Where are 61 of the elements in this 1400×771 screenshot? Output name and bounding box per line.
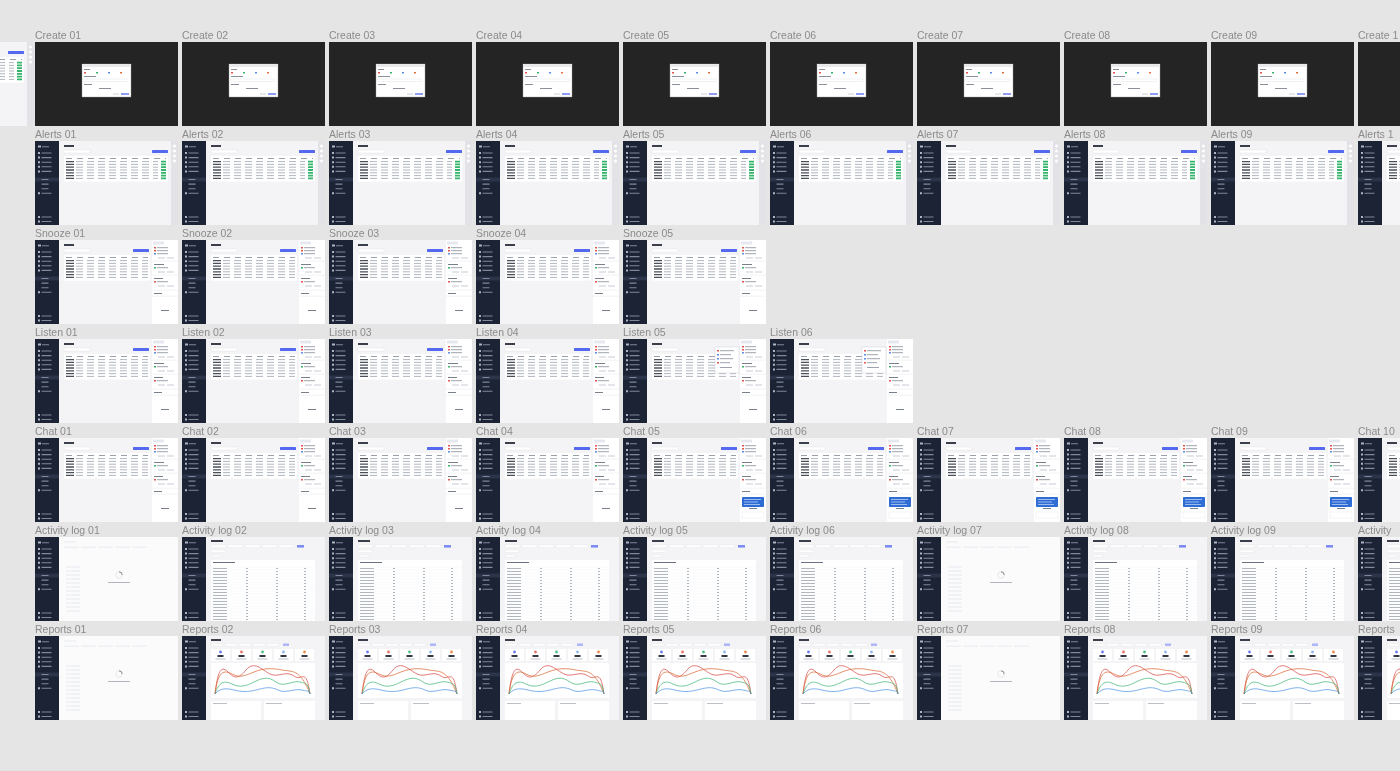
frame-label: Listen 03	[329, 326, 372, 339]
frame-label: Create 01	[35, 29, 82, 42]
frame-label: Alerts 1	[1358, 128, 1394, 141]
frame-label: Create 1	[1358, 29, 1399, 42]
frame-label: Chat 05	[623, 425, 660, 438]
frame-label: Reports 02	[182, 623, 234, 636]
frame-label: Activity log 02	[182, 524, 247, 537]
frame-label: Chat 04	[476, 425, 513, 438]
frame-label: Reports 01	[35, 623, 87, 636]
frame-label: Snooze 02	[182, 227, 233, 240]
frame-label: Snooze 04	[476, 227, 527, 240]
frame-label: Create 08	[1064, 29, 1111, 42]
frame-label: Create 06	[770, 29, 817, 42]
frame-label: Alerts 04	[476, 128, 518, 141]
frame-label: Alerts 03	[329, 128, 371, 141]
frame-label: Alerts 07	[917, 128, 959, 141]
frame-label: Reports 04	[476, 623, 528, 636]
frame-label: Activity log 03	[329, 524, 394, 537]
frame-label: Alerts 08	[1064, 128, 1106, 141]
frame-label: Snooze 01	[35, 227, 86, 240]
frame-label: Alerts 02	[182, 128, 224, 141]
frame-label: Activity log 05	[623, 524, 688, 537]
frame-label: Activity log 04	[476, 524, 541, 537]
frame-label: Listen 04	[476, 326, 519, 339]
frame-label: Create 07	[917, 29, 964, 42]
frame-label: Alerts 01	[35, 128, 77, 141]
frame-label: Chat 10	[1358, 425, 1395, 438]
frame-label: Reports	[1358, 623, 1395, 636]
frame-label: Listen 02	[182, 326, 225, 339]
frame-label: Alerts 05	[623, 128, 665, 141]
frame-label: Reports 06	[770, 623, 822, 636]
frame-label: Chat 03	[329, 425, 366, 438]
frame-label: Alerts 06	[770, 128, 812, 141]
frame-label: Create 09	[1211, 29, 1258, 42]
frame-label: Create 03	[329, 29, 376, 42]
frame-label: Reports 07	[917, 623, 969, 636]
frame-label: Chat 07	[917, 425, 954, 438]
frame-label: Activity log 08	[1064, 524, 1129, 537]
frame-label: Chat 01	[35, 425, 72, 438]
frame-label: Activity log 06	[770, 524, 835, 537]
frame-label: Activity log 09	[1211, 524, 1276, 537]
frame-label: Activity	[1358, 524, 1392, 537]
frame-label: Activity log 01	[35, 524, 100, 537]
frame-label: Chat 06	[770, 425, 807, 438]
frame-label: Create 02	[182, 29, 229, 42]
frame-label: Activity log 07	[917, 524, 982, 537]
frame-label: Chat 02	[182, 425, 219, 438]
frame-label: Listen 06	[770, 326, 813, 339]
frame-label: Listen 05	[623, 326, 666, 339]
frame-label: Chat 08	[1064, 425, 1101, 438]
frame-label: Reports 09	[1211, 623, 1263, 636]
frame-label: Snooze 05	[623, 227, 674, 240]
frame-label: Chat 09	[1211, 425, 1248, 438]
frame-label: Reports 05	[623, 623, 675, 636]
frame-label: Listen 01	[35, 326, 78, 339]
frame-label: Create 04	[476, 29, 523, 42]
frame-label: Alerts 09	[1211, 128, 1253, 141]
frame-label: Reports 08	[1064, 623, 1116, 636]
frame-label: Reports 03	[329, 623, 381, 636]
frame-label: Snooze 03	[329, 227, 380, 240]
frame-label: Create 05	[623, 29, 670, 42]
